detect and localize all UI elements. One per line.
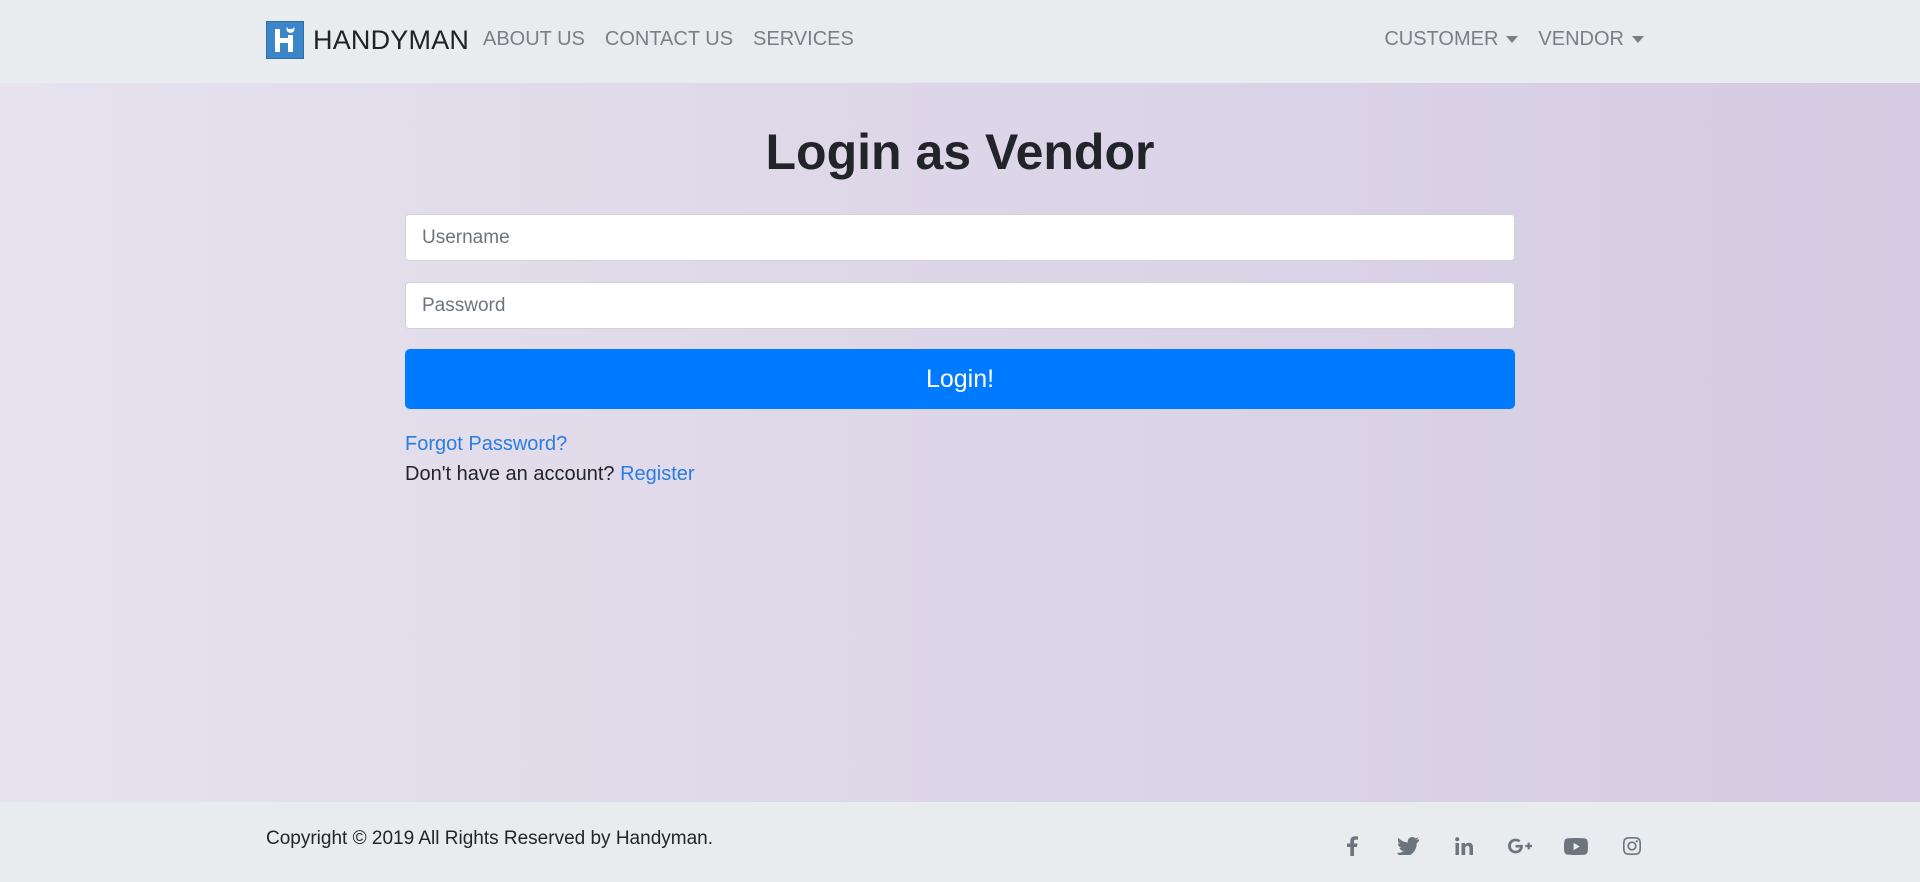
register-link[interactable]: Register	[620, 463, 694, 485]
nav-about-us[interactable]: ABOUT US	[483, 28, 585, 51]
customer-dropdown-label: CUSTOMER	[1384, 28, 1499, 50]
login-button[interactable]: Login!	[405, 349, 1515, 409]
linkedin-icon[interactable]	[1452, 834, 1476, 858]
nav-services[interactable]: SERVICES	[753, 28, 854, 51]
twitter-icon[interactable]	[1396, 834, 1420, 858]
youtube-icon[interactable]	[1564, 834, 1588, 858]
page-title: Login as Vendor	[765, 124, 1155, 180]
nav-links: ABOUT US CONTACT US SERVICES	[483, 28, 854, 51]
username-input[interactable]	[405, 214, 1515, 261]
caret-down-icon	[1632, 36, 1644, 43]
brand-link[interactable]: HANDYMAN	[266, 21, 469, 59]
main-content: Login as Vendor Login! Forgot Password? …	[0, 83, 1920, 802]
nav-dropdowns: CUSTOMER VENDOR	[1384, 28, 1644, 51]
social-links	[1340, 834, 1644, 858]
facebook-icon[interactable]	[1340, 834, 1364, 858]
vendor-dropdown[interactable]: VENDOR	[1538, 28, 1644, 51]
register-prompt: Don't have an account? Register	[405, 463, 695, 486]
caret-down-icon	[1506, 36, 1519, 43]
brand-name: HANDYMAN	[313, 24, 470, 55]
google-plus-icon[interactable]	[1508, 834, 1532, 858]
footer: Copyright © 2019 All Rights Reserved by …	[0, 802, 1920, 882]
nav-contact-us[interactable]: CONTACT US	[605, 28, 733, 51]
instagram-icon[interactable]	[1620, 834, 1644, 858]
copyright-text: Copyright © 2019 All Rights Reserved by …	[266, 828, 714, 849]
no-account-text: Don't have an account?	[405, 463, 615, 485]
handyman-logo-icon	[266, 21, 304, 59]
navbar: HANDYMAN ABOUT US CONTACT US SERVICES CU…	[0, 0, 1920, 83]
forgot-password-link[interactable]: Forgot Password?	[405, 433, 567, 456]
customer-dropdown[interactable]: CUSTOMER	[1384, 28, 1519, 51]
vendor-dropdown-label: VENDOR	[1538, 28, 1624, 50]
password-input[interactable]	[405, 282, 1515, 329]
